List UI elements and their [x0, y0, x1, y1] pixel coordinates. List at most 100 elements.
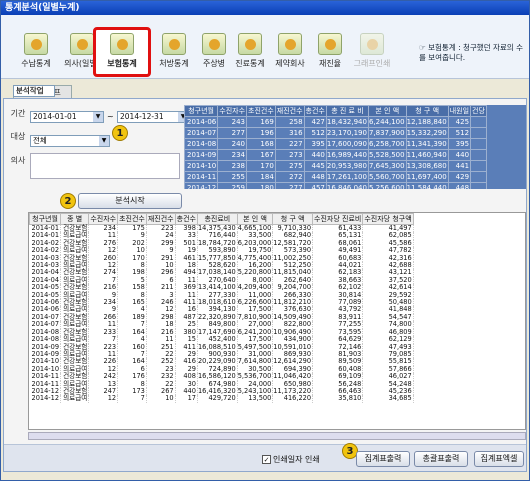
table-cell: 170	[246, 160, 276, 172]
table-cell: 258	[274, 116, 305, 128]
table-cell: 512	[447, 127, 472, 139]
receipt-stats-icon	[24, 33, 48, 55]
table-cell: 427	[303, 116, 327, 128]
column-header[interactable]: 총건수	[174, 213, 198, 225]
doctor-stats-icon	[70, 33, 94, 55]
column-header[interactable]: 수진자수	[88, 213, 119, 225]
table-cell: 184	[246, 171, 276, 183]
column-header[interactable]: 청구년월	[184, 105, 219, 117]
checkbox-icon: ✓	[262, 455, 271, 464]
print-date-checkbox[interactable]: ✓ 인쇄일자 인쇄	[262, 454, 320, 465]
table-cell: 12,188,840	[405, 116, 449, 128]
table-cell: 11,697,400	[405, 171, 449, 183]
column-header[interactable]: 청 구 액	[272, 213, 314, 225]
table-cell: 11,584,440	[405, 182, 449, 189]
main-window: 통계분석(일별누계) 수납통계 의사(일별) 보험통계 처방통계 주상병 진료통…	[0, 0, 530, 481]
window-title: 통계분석(일별누계)	[1, 1, 529, 15]
table-cell: 20,953,980	[325, 160, 369, 172]
step-marker-2: 2	[60, 193, 76, 209]
column-header[interactable]: 총진료비	[196, 213, 238, 225]
table-row[interactable]: 2014-09 234 167 273 440 16,989,440 5,528,500 11…	[184, 149, 487, 161]
column-header[interactable]: 청 구 액	[405, 105, 449, 117]
target-select[interactable]: 전체 ▼	[30, 135, 110, 147]
table-cell: 512	[303, 127, 327, 139]
excel-export-button[interactable]: 집계표엑셀	[474, 451, 524, 467]
toolbar: 수납통계 의사(일별) 보험통계 처방통계 주상병 진료통계 제약회사 재진율 …	[1, 15, 529, 79]
table-cell: 448	[303, 171, 327, 183]
table-cell: 2014-12	[29, 394, 62, 403]
table-row[interactable]: 2014-12 의료급여 12 7 10 17 429,720 13,500 416,220 35…	[29, 394, 414, 403]
print-table-button[interactable]: 집계표출력	[356, 451, 410, 467]
column-header[interactable]: 본 인 액	[367, 105, 407, 117]
table-cell: 13,500	[237, 394, 274, 403]
table-cell	[470, 182, 487, 189]
table-cell	[470, 116, 487, 128]
table-cell: 35,810	[312, 394, 364, 403]
table-cell: 429,720	[197, 394, 238, 403]
prescription-stats-icon	[162, 33, 186, 55]
table-cell: 445	[303, 160, 327, 172]
table-row[interactable]: 2014-08 240 168 227 395 17,600,090 6,258,700 11…	[184, 138, 487, 150]
table-cell: 11,460,940	[405, 149, 449, 161]
doctor-list[interactable]	[30, 153, 180, 179]
pharma-icon	[278, 33, 302, 55]
table-cell: 11,341,390	[405, 138, 449, 150]
period-label: 기간	[10, 109, 26, 118]
column-header[interactable]: 재진건수	[274, 105, 305, 117]
table-row[interactable]: 2014-12 259 180 277 457 16,846,040 5,256,600 11…	[184, 182, 487, 189]
table-cell: 277	[217, 127, 248, 139]
table-cell: 17,261,100	[325, 171, 369, 183]
column-header[interactable]: 초진건수	[246, 105, 276, 117]
table-cell: 440	[303, 149, 327, 161]
treatment-stats-icon	[238, 33, 262, 55]
toolbar-insurance-stats[interactable]: 보험통계	[93, 27, 151, 77]
table-cell: 7,645,300	[367, 160, 407, 172]
column-header[interactable]: 수진자당 진료비	[312, 213, 364, 225]
calendar-dropdown-icon[interactable]: ▼	[93, 112, 103, 122]
toolbar-graph-print[interactable]: 그래프인쇄	[345, 33, 399, 77]
table-row[interactable]: 2014-07 277 196 316 512 23,170,190 7,837,900 15…	[184, 127, 487, 139]
start-analysis-button[interactable]: 분석시작	[78, 193, 182, 209]
column-header[interactable]: 총 진 료 비	[325, 105, 369, 117]
table-cell: 17,600,090	[325, 138, 369, 150]
table-row[interactable]: 2014-11 255 184 272 448 17,261,100 5,560,700 11…	[184, 171, 487, 183]
date-to-input[interactable]: 2014-12-31 ▼	[117, 111, 189, 123]
date-from-input[interactable]: 2014-01-01 ▼	[30, 111, 104, 123]
table-cell: 395	[303, 138, 327, 150]
toolbar-receipt-stats[interactable]: 수납통계	[13, 33, 59, 77]
column-header[interactable]: 재진건수	[145, 213, 176, 225]
table-cell: 255	[217, 171, 248, 183]
column-header[interactable]: 내원일	[447, 105, 472, 117]
tab-analysis[interactable]: 분석작업	[13, 85, 55, 97]
table-cell: 238	[217, 160, 248, 172]
column-header[interactable]: 초진건수	[117, 213, 147, 225]
table-row[interactable]: 2014-10 238 170 275 445 20,953,980 7,645,300 13…	[184, 160, 487, 172]
table-cell: 395	[447, 138, 472, 150]
column-header[interactable]: 본 인 액	[236, 213, 274, 225]
table-cell: 277	[274, 182, 305, 189]
column-header[interactable]: 청구년월	[29, 213, 62, 225]
revisit-rate-icon	[318, 33, 342, 55]
table-cell: 196	[246, 127, 276, 139]
column-header[interactable]: 건당	[470, 105, 487, 117]
insurance-stats-icon	[110, 33, 134, 55]
table-cell: 7	[117, 394, 147, 403]
table-cell: 168	[246, 138, 276, 150]
table-cell: 243	[217, 116, 248, 128]
table-cell: 416,220	[272, 394, 314, 403]
column-header[interactable]: 총건수	[303, 105, 327, 117]
table-cell: 167	[246, 149, 276, 161]
table-cell	[470, 138, 487, 150]
print-total-button[interactable]: 총괄표출력	[414, 451, 468, 467]
table-cell: 6,244,100	[367, 116, 407, 128]
table-cell: 5,560,700	[367, 171, 407, 183]
table-row[interactable]: 2014-06 243 169 258 427 18,432,940 6,244,100 12…	[184, 116, 487, 128]
horizontal-scrollbar[interactable]	[28, 432, 526, 440]
table-cell: 316	[274, 127, 305, 139]
table-cell: 457	[303, 182, 327, 189]
column-header[interactable]: 수진자당 청구액	[362, 213, 414, 225]
graph-print-icon	[360, 33, 384, 55]
summary-table-container: 청구년월 수진자수 초진건수 재진건수 총건수 총 진 료 비본 인 액청 구 액 내원일 건…	[184, 105, 526, 189]
column-header[interactable]: 수진자수	[217, 105, 248, 117]
column-header[interactable]: 종 별	[60, 213, 90, 225]
